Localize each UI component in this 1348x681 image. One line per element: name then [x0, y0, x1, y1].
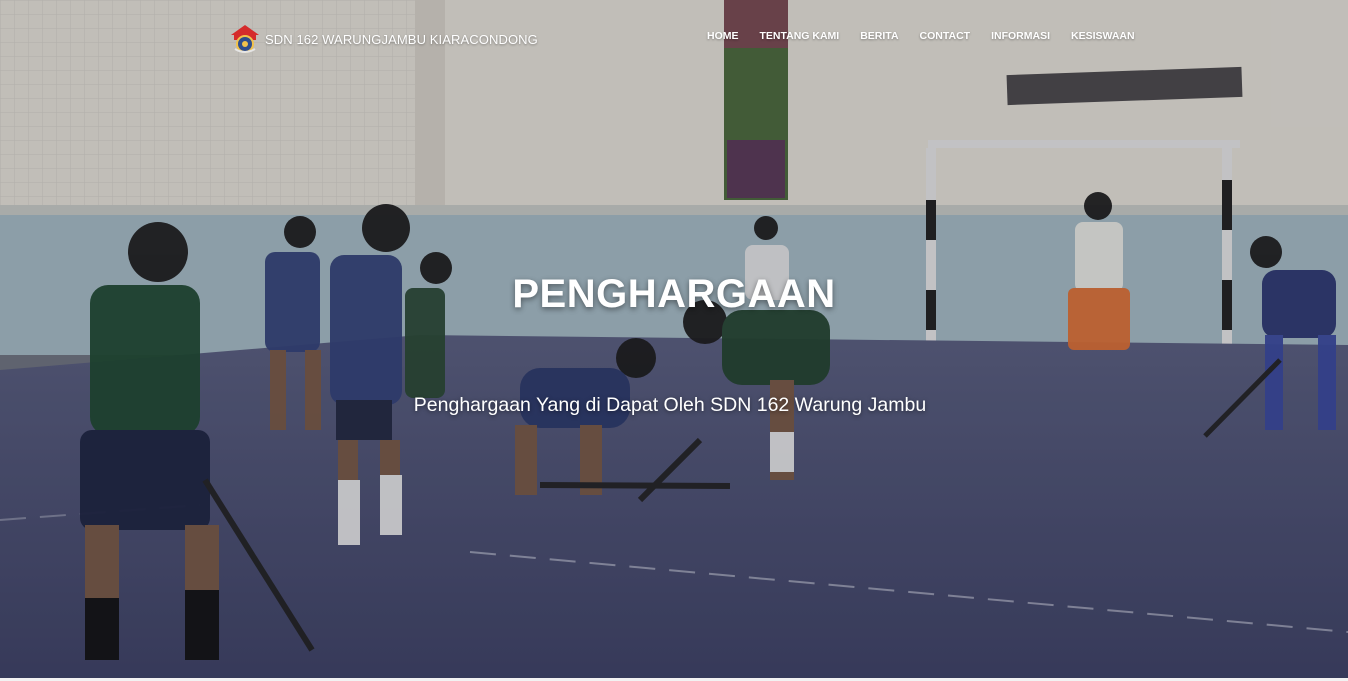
nav-item-contact[interactable]: CONTACT	[920, 30, 971, 42]
page-subtitle: Penghargaan Yang di Dapat Oleh SDN 162 W…	[413, 394, 927, 416]
nav-item-berita[interactable]: BERITA	[860, 30, 898, 42]
brand-link[interactable]: SDN 162 WARUNGJAMBU KIARACONDONG	[229, 23, 538, 55]
nav-item-home[interactable]: HOME	[707, 30, 739, 42]
page-title: PENGHARGAAN	[512, 272, 836, 316]
nav-item-kesiswaan[interactable]: KESISWAAN	[1071, 30, 1135, 42]
site-header: SDN 162 WARUNGJAMBU KIARACONDONG HOME TE…	[0, 0, 1348, 78]
hero-background-image	[0, 0, 1348, 681]
hero-dark-overlay	[0, 0, 1348, 681]
nav-item-tentang-kami[interactable]: TENTANG KAMI	[760, 30, 840, 42]
main-navigation: HOME TENTANG KAMI BERITA CONTACT INFORMA…	[707, 30, 1135, 42]
school-emblem-icon	[231, 25, 259, 53]
nav-item-informasi[interactable]: INFORMASI	[991, 30, 1050, 42]
site-name: SDN 162 WARUNGJAMBU KIARACONDONG	[265, 31, 538, 47]
